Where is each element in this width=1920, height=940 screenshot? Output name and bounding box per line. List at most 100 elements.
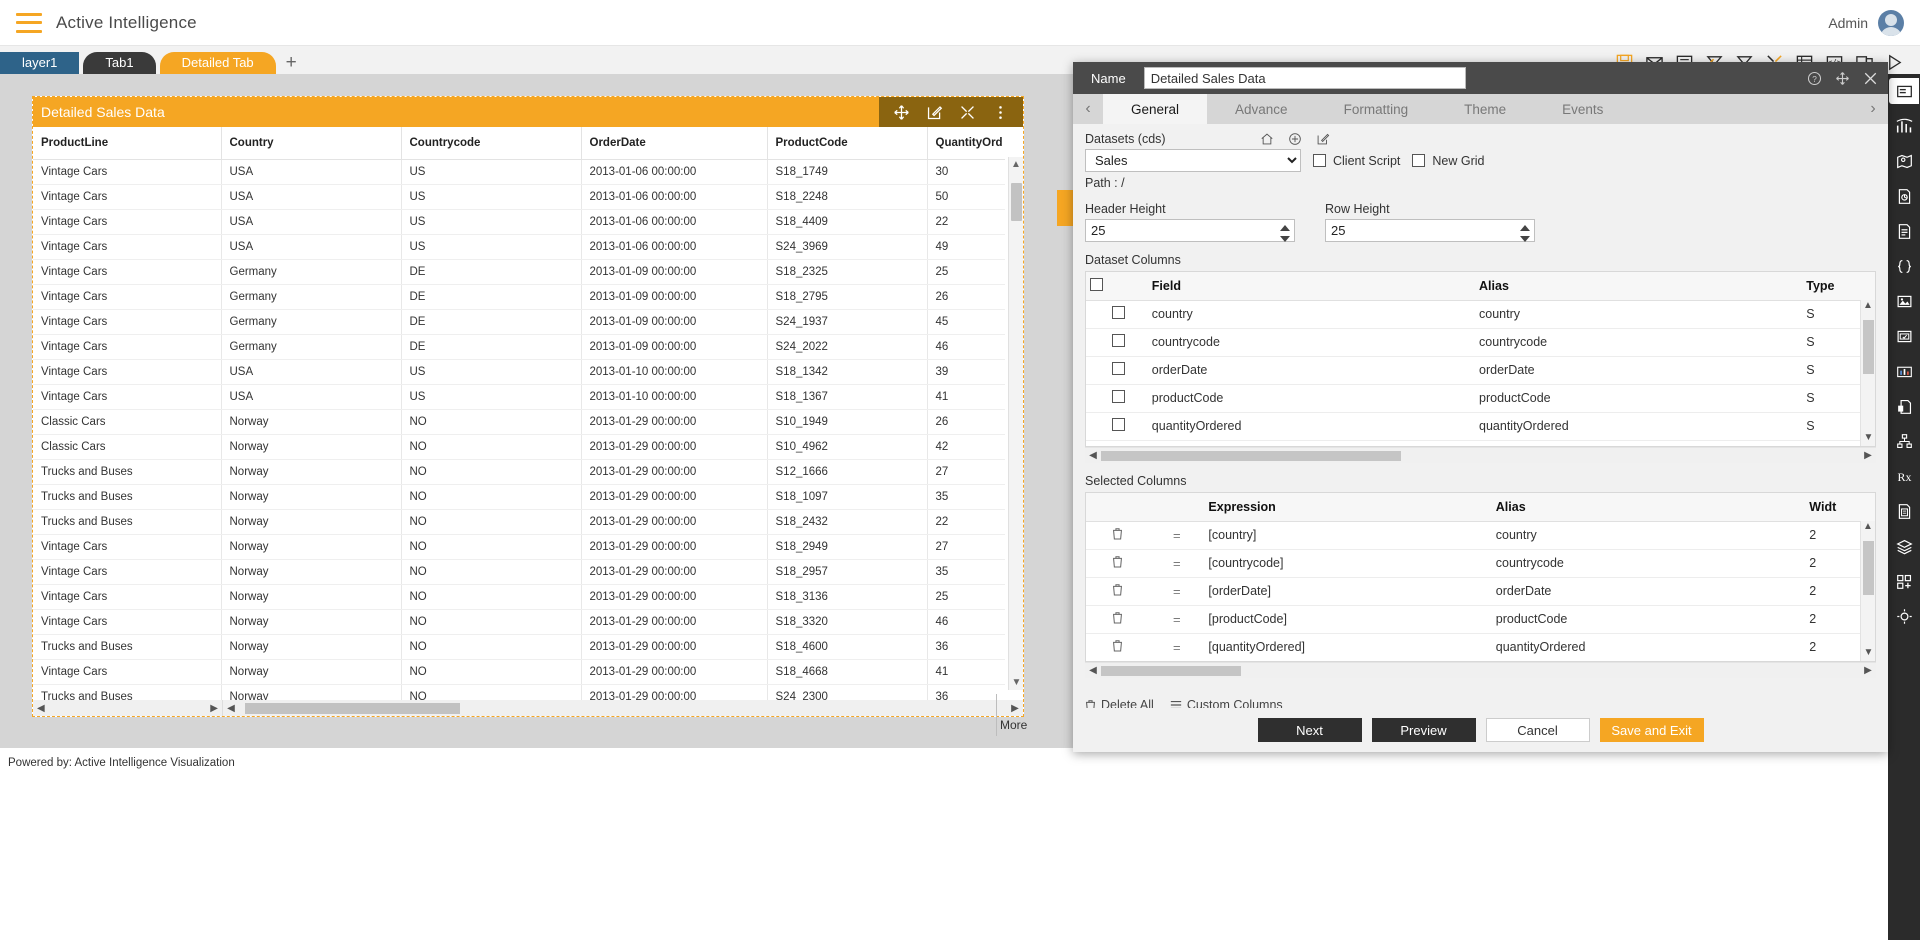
- column-header-countrycode[interactable]: Countrycode: [401, 127, 582, 160]
- edit-icon[interactable]: [1316, 132, 1330, 146]
- dataset-column-checkbox-cell[interactable]: [1086, 440, 1148, 447]
- table-row[interactable]: Vintage CarsNorwayNO2013-01-29 00:00:00S…: [33, 559, 1005, 585]
- dataset-column-checkbox[interactable]: [1112, 306, 1126, 319]
- dataset-column-checkbox-cell[interactable]: [1086, 356, 1148, 385]
- sc-scroll-up-icon[interactable]: ▲: [1861, 521, 1875, 535]
- column-header-productcode[interactable]: ProductCode: [767, 127, 928, 160]
- tab-layer1[interactable]: layer1: [0, 52, 80, 74]
- table-row[interactable]: Vintage CarsNorwayNO2013-01-29 00:00:00S…: [33, 584, 1005, 610]
- row-height-input[interactable]: [1325, 219, 1535, 242]
- more-link[interactable]: More: [1000, 718, 1027, 732]
- table-row[interactable]: Vintage Cars Germany DE 2013-01-09 00:00:00…: [33, 309, 1005, 335]
- dsc-scroll-up-icon[interactable]: ▲: [1861, 300, 1875, 314]
- selected-column-row[interactable]: = [orderDate] orderDate 2: [1086, 577, 1875, 606]
- table-row[interactable]: Vintage Cars Germany DE 2013-01-09 00:00:00…: [33, 334, 1005, 360]
- next-button[interactable]: Next: [1257, 718, 1362, 742]
- dataset-column-row[interactable]: quantityOrdered quantityOrdered S: [1086, 412, 1875, 441]
- cancel-button[interactable]: Cancel: [1485, 718, 1590, 742]
- settings-icon[interactable]: [959, 104, 976, 121]
- hamburger-icon[interactable]: [16, 12, 42, 33]
- dataset-columns-vscroll[interactable]: ▲ ▼: [1860, 300, 1875, 446]
- tab-scroll-forward-button[interactable]: ›: [1858, 94, 1888, 124]
- selected-column-delete-cell[interactable]: [1086, 633, 1146, 661]
- dataset-columns-hscroll[interactable]: ◀ ▶: [1085, 447, 1876, 463]
- rail-item-file-text[interactable]: [1889, 498, 1919, 524]
- selected-column-delete-cell[interactable]: [1086, 605, 1146, 634]
- row-height-stepper[interactable]: [1518, 225, 1532, 242]
- table-row[interactable]: Trucks and Buses Norway NO 2013-01-29 00:00…: [33, 484, 1005, 510]
- sc-vscroll-thumb[interactable]: [1863, 541, 1874, 595]
- table-row[interactable]: Vintage Cars Germany DE 2013-01-09 00:00:00…: [33, 259, 1005, 285]
- dataset-column-checkbox[interactable]: [1112, 446, 1125, 447]
- grid-horizontal-scrollbar[interactable]: ◀ ▶: [223, 700, 1023, 716]
- name-input[interactable]: [1143, 67, 1466, 89]
- rail-item-prescription[interactable]: Rx: [1889, 463, 1919, 489]
- rail-item-settings-gear[interactable]: [1889, 603, 1919, 629]
- tab-theme[interactable]: Theme: [1436, 94, 1534, 124]
- rail-item-form[interactable]: [1889, 323, 1919, 349]
- dsc-scroll-left-icon[interactable]: ◀: [1085, 450, 1101, 461]
- selected-column-row[interactable]: = [country] country 2: [1086, 521, 1875, 550]
- scroll-up-icon[interactable]: ▲: [1009, 157, 1023, 172]
- table-row[interactable]: Vintage CarsNorwayNO2013-01-29 00:00:00S…: [33, 534, 1005, 560]
- tab-detailed-tab[interactable]: Detailed Tab: [159, 52, 276, 74]
- rail-item-bar-chart[interactable]: [1889, 358, 1919, 384]
- table-row[interactable]: Vintage Cars USA US 2013-01-06 00:00:00 S24_…: [33, 234, 1005, 260]
- selected-column-delete-cell[interactable]: [1086, 549, 1146, 578]
- sc-scroll-down-icon[interactable]: ▼: [1861, 647, 1875, 661]
- rail-item-report[interactable]: [1889, 183, 1919, 209]
- home-icon[interactable]: [1260, 132, 1274, 146]
- selected-column-row[interactable]: = [productCode] productCode 2: [1086, 605, 1875, 634]
- tab-events[interactable]: Events: [1534, 94, 1631, 124]
- frozen-scroll-left-icon[interactable]: ◀: [37, 703, 45, 714]
- move-icon[interactable]: [1835, 71, 1850, 86]
- column-header-productline[interactable]: ProductLine: [33, 127, 222, 160]
- dataset-column-row[interactable]: countrycode countrycode S: [1086, 328, 1875, 357]
- rail-item-add-widget[interactable]: [1889, 568, 1919, 594]
- dataset-column-checkbox[interactable]: [1112, 390, 1126, 403]
- tab-general[interactable]: General: [1103, 94, 1208, 124]
- trash-icon[interactable]: [1112, 611, 1123, 624]
- table-row[interactable]: Trucks and Buses Norway NO 2013-01-29 00:00…: [33, 509, 1005, 535]
- dsc-vscroll-thumb[interactable]: [1863, 320, 1874, 374]
- scroll-down-icon[interactable]: ▼: [1009, 675, 1023, 690]
- tab-formatting[interactable]: Formatting: [1316, 94, 1437, 124]
- dataset-column-row[interactable]: priceEachpriceEachS: [1086, 440, 1875, 447]
- tab-tab1[interactable]: Tab1: [83, 52, 156, 74]
- widget-properties-dialog[interactable]: Name ? ‹ General Advance Formatting Them…: [1073, 62, 1888, 752]
- selected-column-drag-handle[interactable]: =: [1145, 549, 1205, 578]
- selected-column-drag-handle[interactable]: =: [1145, 605, 1205, 634]
- table-row[interactable]: Classic Cars Norway NO 2013-01-29 00:00:00 S…: [33, 409, 1005, 435]
- rail-item-page[interactable]: [1889, 393, 1919, 419]
- dataset-column-checkbox-cell[interactable]: [1086, 300, 1148, 329]
- selected-columns-grid[interactable]: Expression Alias Widt = [country] country 2…: [1085, 492, 1876, 662]
- table-row[interactable]: Vintage CarsNorwayNO2013-01-29 00:00:00S…: [33, 659, 1005, 685]
- dsc-hscroll-thumb[interactable]: [1101, 450, 1401, 461]
- header-height-input[interactable]: [1085, 219, 1295, 242]
- dsc-scroll-down-icon[interactable]: ▼: [1861, 432, 1875, 446]
- help-icon[interactable]: ?: [1807, 71, 1822, 86]
- trash-icon[interactable]: [1112, 527, 1123, 540]
- selected-column-delete-cell[interactable]: [1086, 661, 1145, 662]
- more-vertical-icon[interactable]: [992, 104, 1009, 121]
- rail-item-chart[interactable]: [1889, 113, 1919, 139]
- selected-column-drag-handle[interactable]: =: [1145, 577, 1205, 606]
- sc-scroll-right-icon[interactable]: ▶: [1860, 665, 1876, 676]
- scroll-right-icon[interactable]: ▶: [1007, 703, 1023, 714]
- table-row[interactable]: Classic Cars Norway NO 2013-01-29 00:00:00 S…: [33, 434, 1005, 460]
- dataset-column-checkbox-cell[interactable]: [1086, 384, 1148, 413]
- rail-item-map[interactable]: [1889, 148, 1919, 174]
- dataset-column-checkbox[interactable]: [1112, 334, 1126, 347]
- trash-icon[interactable]: [1112, 639, 1123, 652]
- table-row[interactable]: Vintage Cars USA US 2013-01-10 00:00:00 S18_…: [33, 384, 1005, 410]
- data-grid[interactable]: ProductLine Country Countrycode OrderDat…: [33, 127, 1023, 716]
- selected-column-row[interactable]: =[priceEach]priceEach2: [1086, 661, 1875, 662]
- scroll-left-icon[interactable]: ◀: [223, 703, 239, 714]
- trash-icon[interactable]: [1112, 583, 1123, 596]
- selected-columns-vscroll[interactable]: ▲ ▼: [1860, 521, 1875, 661]
- dataset-column-checkbox[interactable]: [1112, 362, 1126, 375]
- table-row[interactable]: Vintage CarsNorwayNO2013-01-29 00:00:00S…: [33, 609, 1005, 635]
- client-script-checkbox-wrap[interactable]: Client Script: [1313, 154, 1400, 168]
- rail-item-document[interactable]: [1889, 218, 1919, 244]
- grid-hscroll-thumb[interactable]: [245, 702, 460, 714]
